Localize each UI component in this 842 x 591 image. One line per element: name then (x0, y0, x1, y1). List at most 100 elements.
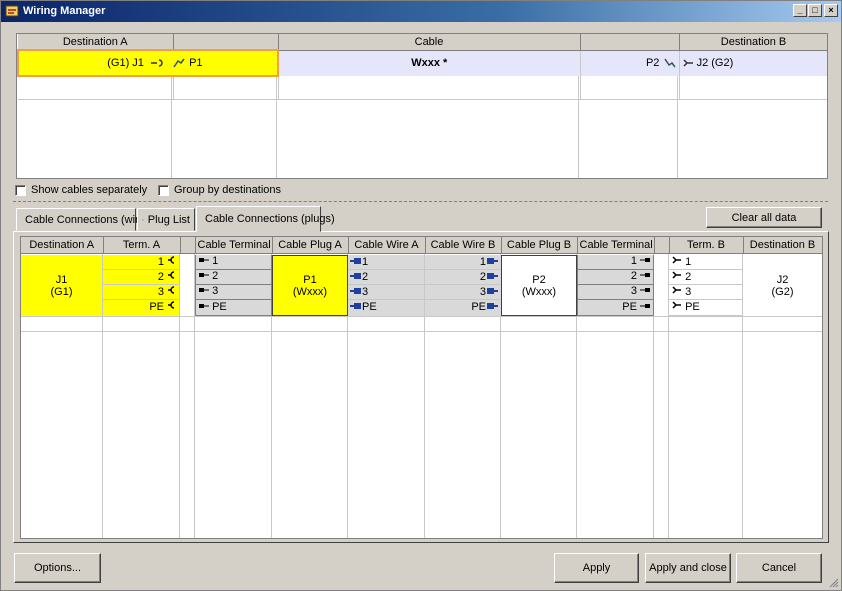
show-cables-separately-checkbox[interactable]: Show cables separately (15, 183, 147, 197)
wire-end-icon (487, 288, 498, 294)
cable-terminal-row[interactable]: PE (577, 300, 654, 316)
term-b-row[interactable]: 1 (669, 255, 743, 270)
col-destination-b[interactable]: Destination B (743, 237, 822, 254)
plug-pin-icon (199, 258, 209, 262)
dest-a-line2: (G1) (50, 285, 73, 298)
col-destination-a[interactable]: Destination A (21, 237, 104, 254)
term-a-column: 1 2 3 PE (103, 255, 180, 316)
checkbox-box[interactable] (15, 184, 26, 196)
plug-a-line1: P1 (303, 273, 317, 286)
cable-label: Wxxx * (411, 57, 448, 70)
cable-terminal-row[interactable]: PE (195, 300, 272, 316)
tab-cable-connections-plugs[interactable]: Cable Connections (plugs) (196, 206, 335, 232)
col-cable-terminal-b[interactable]: Cable Terminal (577, 237, 655, 254)
col-plug-a[interactable] (173, 34, 279, 51)
cable-plug-a-cell[interactable]: P1 (Wxxx) (272, 255, 348, 316)
cable-wire-row[interactable]: 3 (348, 285, 425, 300)
plug-a-label: P1 (189, 56, 203, 69)
title-bar[interactable]: Wiring Manager (1, 1, 841, 22)
pin-label: 1 (212, 255, 219, 267)
pin-label: 1 (157, 256, 164, 268)
pin-label: PE (362, 301, 377, 313)
cable-terminal-a-column: 1 2 3 PE (195, 255, 272, 316)
cable-list-grid[interactable]: Destination A Cable Destination B (G1) J… (16, 33, 828, 179)
plug-a-line2: (Wxxx) (292, 285, 328, 298)
pin-label: 3 (212, 285, 219, 297)
plug-icon (173, 58, 185, 68)
cable-plug-b-cell[interactable]: P2 (Wxxx) (501, 255, 577, 316)
plug-pin-icon (640, 304, 650, 308)
col-destination-a[interactable]: Destination A (18, 34, 174, 51)
checkbox-box[interactable] (158, 184, 169, 196)
app-icon (5, 5, 19, 17)
plug-icon (663, 58, 676, 68)
apply-button[interactable]: Apply (554, 553, 639, 583)
term-b-row[interactable]: 2 (669, 270, 743, 285)
dest-b-line2: (G2) (771, 285, 794, 298)
clear-all-data-button[interactable]: Clear all data (706, 207, 822, 228)
cable-wire-row[interactable]: PE (425, 300, 501, 316)
checkbox-label: Group by destinations (174, 184, 282, 196)
col-term-a[interactable]: Term. A (103, 237, 181, 254)
cable-terminal-row[interactable]: 2 (577, 270, 654, 285)
wiring-manager-window: Wiring Manager _ □ × Destination A Cable… (0, 0, 842, 591)
cable-cell[interactable]: Wxxx * (278, 50, 581, 76)
cable-wire-row[interactable]: 3 (425, 285, 501, 300)
wire-end-icon (487, 273, 498, 279)
cable-terminal-row[interactable]: 3 (195, 285, 272, 300)
plug-b-cell[interactable]: P2 (580, 50, 680, 76)
cable-wire-row[interactable]: PE (348, 300, 425, 316)
tab-cable-connections-wires[interactable]: Cable Connections (wires) (16, 208, 154, 231)
term-a-row[interactable]: PE (103, 300, 180, 316)
minimize-icon[interactable]: _ (793, 4, 807, 17)
cable-terminal-row[interactable]: 1 (195, 255, 272, 270)
cable-wire-row[interactable]: 2 (425, 270, 501, 285)
close-icon[interactable]: × (824, 4, 838, 17)
col-cable-wire-a[interactable]: Cable Wire A (348, 237, 426, 254)
female-terminal-icon (168, 256, 175, 264)
term-b-column: 1 2 3 PE (669, 255, 743, 316)
table-row[interactable]: (G1) J1 P1 Wxxx * P2 J2 (G2) (17, 49, 827, 77)
cable-terminal-row[interactable]: 3 (577, 285, 654, 300)
destination-a-cell[interactable]: J1 (G1) (21, 255, 103, 316)
col-cable-plug-a[interactable]: Cable Plug A (272, 237, 349, 254)
plug-b-line1: P2 (532, 273, 546, 286)
pin-label: 2 (630, 270, 637, 282)
plug-b-line2: (Wxxx) (521, 285, 557, 298)
col-cable-terminal-a[interactable]: Cable Terminal (195, 237, 273, 254)
term-a-row[interactable]: 1 (103, 255, 180, 270)
col-plug-b[interactable] (580, 34, 680, 51)
term-b-row[interactable]: 3 (669, 285, 743, 300)
wire-end-icon (350, 258, 361, 264)
col-term-b[interactable]: Term. B (669, 237, 744, 254)
group-by-destinations-checkbox[interactable]: Group by destinations (158, 183, 281, 197)
cancel-button[interactable]: Cancel (736, 553, 822, 583)
resize-grip-icon[interactable] (827, 576, 839, 588)
apply-and-close-button[interactable]: Apply and close (645, 553, 731, 583)
col-cable-wire-b[interactable]: Cable Wire B (425, 237, 502, 254)
cable-wire-row[interactable]: 1 (425, 255, 501, 270)
col-destination-b[interactable]: Destination B (679, 34, 827, 51)
cable-wire-row[interactable]: 1 (348, 255, 425, 270)
cable-terminal-row[interactable]: 2 (195, 270, 272, 285)
tab-plug-list[interactable]: Plug List (137, 208, 195, 231)
col-cable-plug-b[interactable]: Cable Plug B (501, 237, 578, 254)
wire-end-icon (350, 303, 361, 309)
dest-b-cell[interactable]: J2 (G2) (679, 50, 827, 76)
selected-cell-destination-a[interactable]: (G1) J1 P1 (17, 49, 279, 77)
cable-terminal-row[interactable]: 1 (577, 255, 654, 270)
male-terminal-icon (672, 286, 681, 294)
cable-wire-row[interactable]: 2 (348, 270, 425, 285)
pin-label: 3 (157, 286, 164, 298)
col-cable[interactable]: Cable (278, 34, 581, 51)
term-b-row[interactable]: PE (669, 300, 743, 316)
term-a-row[interactable]: 2 (103, 270, 180, 285)
cable-terminal-b-column: 1 2 3 PE (577, 255, 654, 316)
maximize-icon[interactable]: □ (808, 4, 822, 17)
options-button[interactable]: Options... (14, 553, 101, 583)
destination-b-cell[interactable]: J2 (G2) (743, 255, 822, 316)
pin-label: 2 (157, 271, 164, 283)
term-a-row[interactable]: 3 (103, 285, 180, 300)
dest-b-label: J2 (G2) (696, 57, 734, 70)
cable-connections-grid[interactable]: Destination A Term. A Cable Terminal Cab… (20, 236, 823, 539)
